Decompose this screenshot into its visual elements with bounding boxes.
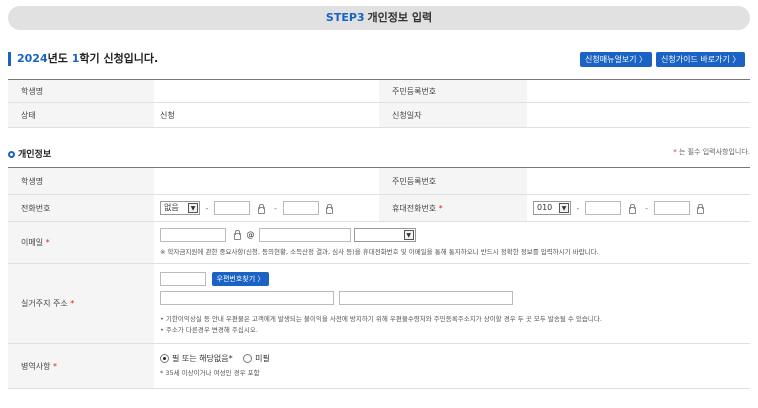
required-star: * (53, 361, 57, 371)
summary-table: 학생명 주민등록번호 상태 신청 신청일자 (8, 79, 750, 128)
address-detail-input[interactable] (338, 290, 513, 305)
title-term-suffix: 학기 신청입니다. (79, 52, 159, 65)
email-fields: @ ▼ ※ 학자금지원에 관한 중요사항(신청, 등의현황, 소득산정 결과, … (154, 221, 750, 264)
summary-status-label: 상태 (8, 102, 154, 128)
lock-icon (233, 230, 241, 240)
summary-rrn-value (527, 79, 750, 103)
military-not-served-label: 미필 (255, 354, 270, 363)
summary-rrn-label: 주민등록번호 (379, 79, 527, 103)
section-title: 개인정보 (8, 147, 51, 160)
required-note: * 는 필수 입력사항입니다. (673, 147, 750, 157)
mobile-middle-input[interactable] (584, 201, 621, 215)
military-exempt-radio[interactable] (160, 354, 169, 363)
form-address-label: 실거주지 주소 * (8, 263, 154, 344)
required-star: * (45, 238, 50, 247)
form-mobile-label: 휴대전화번호 * (379, 194, 527, 222)
summary-student-name-value (154, 79, 379, 103)
dash-separator: - (274, 203, 277, 213)
address-fields: 우편번호찾기 〉 • 기한이익상실 등 안내 우편물은 고객에게 발생되는 불이… (154, 263, 750, 344)
address-note-1: • 기한이익상실 등 안내 우편물은 고객에게 발생되는 불이익을 사전에 방지… (160, 314, 602, 323)
lock-icon (696, 203, 705, 214)
required-star: * (438, 203, 443, 213)
lock-icon (325, 203, 334, 214)
dash-separator: - (576, 203, 580, 213)
lock-icon (257, 203, 265, 214)
manual-button[interactable]: 신청매뉴얼보기 〉 (580, 52, 653, 67)
personal-info-form: 학생명 주민등록번호 전화번호 없음 ▼ - - 휴대전화번호 * 010 ▼ - … (8, 167, 750, 389)
phone-area-selected: 없음 (164, 203, 179, 212)
required-note-text: 는 필수 입력사항입니다. (678, 148, 750, 156)
phone-middle-input[interactable] (213, 201, 250, 215)
phone-last-input[interactable] (282, 201, 319, 215)
guide-button[interactable]: 신청가이드 바로가기 〉 (656, 52, 746, 67)
zipcode-search-button[interactable]: 우편번호찾기 〉 (211, 271, 270, 286)
section-bullet-icon (8, 151, 15, 158)
mobile-fields: 010 ▼ - - (527, 194, 750, 222)
step-title: 개인정보 입력 (367, 11, 433, 24)
form-student-name-value (154, 167, 379, 195)
military-label-text: 병역사항 (21, 361, 51, 371)
summary-apply-date-value (527, 102, 750, 128)
form-phone-label: 전화번호 (8, 194, 154, 222)
mobile-prefix-selected: 010 (537, 203, 553, 212)
dash-separator: - (645, 203, 648, 213)
chevron-down-icon: ▼ (403, 229, 414, 240)
mobile-prefix-select[interactable]: 010 ▼ (533, 201, 571, 215)
address-note-2: • 주소가 다른경우 변경해 주십시오. (160, 325, 258, 334)
phone-area-select[interactable]: 없음 ▼ (160, 201, 200, 215)
military-fields: 필 또는 해당없음* 미필 * 35세 이상이거나 여성인 경우 포함 (154, 343, 750, 389)
email-notice: ※ 학자금지원에 관한 중요사항(신청, 등의현황, 소득산정 결과, 심사 등… (160, 247, 599, 256)
summary-student-name-label: 학생명 (8, 79, 154, 103)
email-domain-input[interactable] (259, 227, 352, 242)
mobile-label-text: 휴대전화번호 (392, 203, 437, 213)
mobile-last-input[interactable] (653, 201, 690, 215)
address-label-text: 실거주지 주소 (21, 299, 68, 308)
required-note-star: * (673, 148, 677, 156)
address-base-input[interactable] (160, 290, 334, 305)
section-title-text: 개인정보 (18, 150, 52, 160)
zipcode-input[interactable] (160, 271, 206, 286)
military-not-served-radio[interactable] (243, 354, 253, 363)
email-label-text: 이메일 (21, 238, 44, 247)
required-star: * (70, 299, 75, 308)
summary-status-value: 신청 (154, 102, 379, 128)
dash-separator: - (205, 203, 209, 213)
title-year: 2024 (17, 52, 48, 65)
form-rrn-label: 주민등록번호 (379, 167, 527, 195)
military-note: * 35세 이상이거나 여성인 경우 포함 (160, 369, 260, 377)
form-email-label: 이메일 * (8, 221, 154, 264)
lock-icon (628, 203, 636, 214)
form-student-name-label: 학생명 (8, 167, 154, 195)
email-domain-select[interactable]: ▼ (353, 227, 416, 242)
email-id-input[interactable] (160, 227, 226, 242)
summary-apply-date-label: 신청일자 (379, 102, 527, 128)
step-indicator: STEP3 개인정보 입력 (8, 6, 750, 30)
page-title: 2024년도 1학기 신청입니다. (8, 52, 158, 66)
chevron-down-icon: ▼ (188, 203, 198, 213)
chevron-down-icon: ▼ (559, 203, 569, 213)
step-number: STEP3 (325, 11, 365, 24)
form-military-label: 병역사항 * (8, 343, 154, 389)
military-exempt-label: 필 또는 해당없음* (172, 354, 233, 363)
form-rrn-value (527, 167, 750, 195)
phone-fields: 없음 ▼ - - (154, 194, 379, 222)
title-year-suffix: 년도 (47, 52, 68, 65)
email-at-sign: @ (246, 230, 255, 239)
